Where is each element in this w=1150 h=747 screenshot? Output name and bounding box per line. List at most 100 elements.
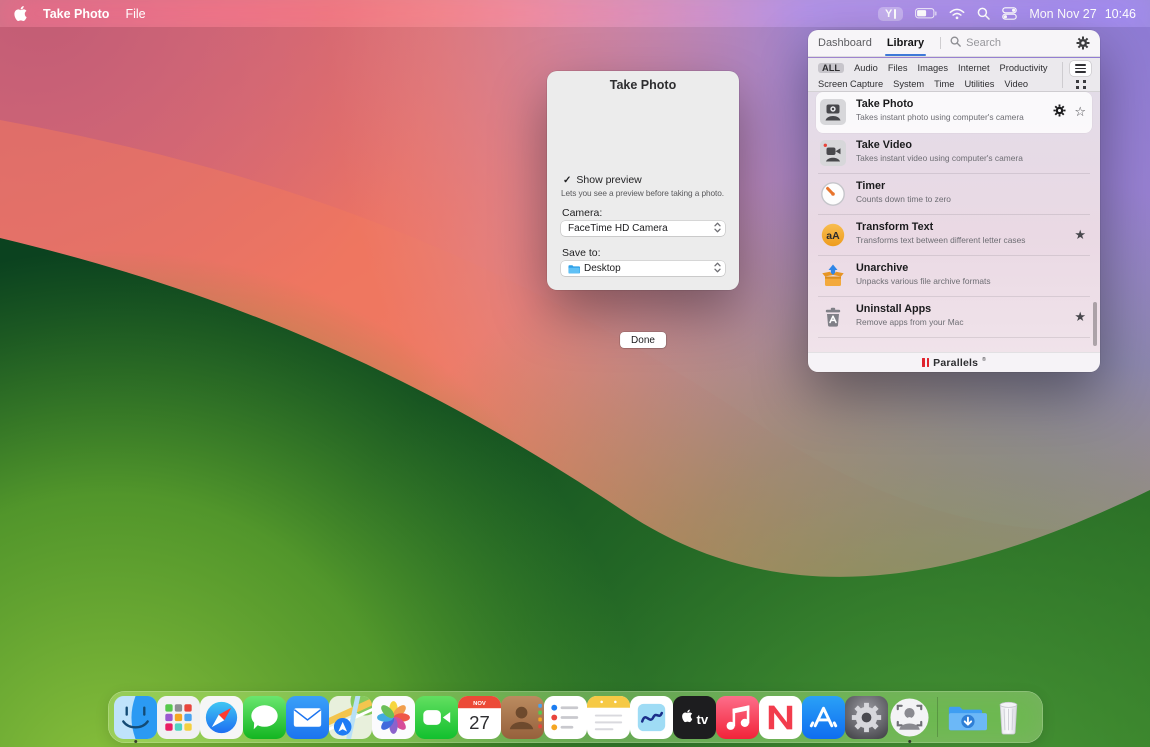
dock-appstore-icon[interactable] [802, 695, 845, 739]
panel-header: Dashboard Library [808, 30, 1100, 57]
parallels-brand-name: Parallels [933, 356, 979, 369]
dock-system-settings-icon[interactable] [845, 695, 888, 739]
dock-messages-icon[interactable] [243, 695, 286, 739]
desktop: Take Photo File Y Mon Nov 27 10:46 Take … [0, 0, 1150, 747]
tool-row-timer[interactable]: Timer Counts down time to zero [808, 174, 1100, 215]
filter-system[interactable]: System [893, 79, 924, 89]
parallels-toolbox-tray-icon[interactable]: Y [877, 6, 904, 21]
header-divider [940, 37, 942, 49]
dock-tv-icon[interactable]: tv [673, 695, 716, 739]
take-photo-tool-icon [820, 99, 846, 125]
tool-row-unarchive[interactable]: Unarchive Unpacks various file archive f… [808, 256, 1100, 297]
favorite-star-filled-icon[interactable]: ★ [1074, 311, 1086, 324]
list-view-button[interactable] [1070, 61, 1091, 76]
spotlight-search-icon[interactable] [977, 7, 991, 20]
registered-mark: ® [982, 357, 986, 363]
panel-footer: Parallels ® [808, 352, 1100, 372]
dock-reminders-icon[interactable] [544, 695, 587, 739]
menu-file[interactable]: File [125, 7, 145, 21]
show-preview-label: Show preview [576, 174, 642, 186]
svg-text:aA: aA [826, 230, 840, 242]
tab-library[interactable]: Library [884, 37, 927, 56]
menu-bar: Take Photo File Y Mon Nov 27 10:46 [0, 0, 1150, 27]
camera-label: Camera: [562, 207, 603, 219]
dock-calendar-icon[interactable]: NOV 27 [458, 695, 501, 739]
time: 10:46 [1104, 6, 1136, 21]
show-preview-checkbox[interactable]: ✓ Show preview [563, 174, 642, 186]
dock: NOV 27 tv [108, 691, 1043, 743]
tool-list: Take Photo Takes instant photo using com… [808, 92, 1100, 352]
search-input[interactable] [966, 37, 1057, 49]
save-to-select[interactable]: Desktop [561, 261, 725, 276]
done-button[interactable]: Done [620, 332, 666, 348]
dock-downloads-folder-icon[interactable] [944, 695, 987, 739]
battery-icon[interactable] [915, 8, 937, 19]
camera-select[interactable]: FaceTime HD Camera [561, 221, 725, 236]
dock-trash-icon[interactable] [987, 695, 1030, 739]
folder-icon [568, 264, 580, 274]
dock-safari-icon[interactable] [200, 695, 243, 739]
filter-utilities[interactable]: Utilities [964, 79, 994, 89]
tool-settings-gear-icon[interactable] [1053, 103, 1066, 122]
filter-video[interactable]: Video [1004, 79, 1028, 89]
apple-menu-icon[interactable] [14, 6, 27, 21]
search-icon [950, 34, 961, 52]
stepper-icon [714, 262, 721, 276]
filter-audio[interactable]: Audio [854, 63, 878, 73]
dock-maps-icon[interactable] [329, 695, 372, 739]
dock-news-icon[interactable] [759, 695, 802, 739]
tool-row-take-photo[interactable]: Take Photo Takes instant photo using com… [808, 92, 1100, 133]
favorite-star-outline-icon[interactable]: ☆ [1074, 106, 1086, 119]
calendar-month-label: NOV [473, 700, 486, 706]
show-preview-description: Lets you see a preview before taking a p… [561, 188, 724, 198]
dock-finder-icon[interactable] [114, 695, 157, 739]
tool-row-transform-text[interactable]: aA Transform Text Transforms text betwee… [808, 215, 1100, 256]
control-center-icon[interactable] [1002, 7, 1018, 20]
save-to-label: Save to: [562, 247, 601, 259]
dock-separator [937, 697, 938, 737]
filter-all[interactable]: ALL [818, 63, 845, 73]
stepper-icon [714, 222, 721, 236]
panel-scrollbar[interactable] [1093, 302, 1097, 346]
favorite-star-filled-icon[interactable]: ★ [1074, 229, 1086, 242]
tab-dashboard[interactable]: Dashboard [818, 37, 872, 49]
menu-bar-clock[interactable]: Mon Nov 27 10:46 [1029, 7, 1136, 21]
unarchive-tool-icon [822, 264, 844, 286]
parallels-toolbox-panel: Dashboard Library Search ALL Audio Files… [808, 30, 1100, 372]
grid-view-button[interactable] [1075, 80, 1087, 89]
dock-photos-icon[interactable] [372, 695, 415, 739]
wifi-icon[interactable] [949, 8, 965, 20]
dock-contacts-icon[interactable] [501, 695, 544, 739]
transform-text-tool-icon: aA [821, 223, 845, 247]
dock-freeform-icon[interactable] [630, 695, 673, 739]
uninstall-apps-tool-icon [825, 307, 841, 327]
filter-files[interactable]: Files [888, 63, 908, 73]
parallels-logo-icon [922, 358, 930, 367]
dock-take-photo-icon[interactable] [888, 695, 931, 739]
filter-screen-capture[interactable]: Screen Capture [818, 79, 883, 89]
timer-tool-icon [821, 182, 845, 206]
dialog-title: Take Photo [609, 78, 677, 92]
filter-time[interactable]: Time [934, 79, 954, 89]
view-toggle [1062, 61, 1092, 89]
tool-row-take-video[interactable]: Take Video Takes instant video using com… [808, 133, 1100, 174]
category-filter-bar: ALL Audio Files Images Internet Producti… [808, 58, 1100, 92]
calendar-day-label: 27 [469, 712, 490, 733]
dock-notes-icon[interactable] [587, 695, 630, 739]
tv-label: tv [696, 711, 708, 726]
dock-music-icon[interactable] [716, 695, 759, 739]
active-app-name[interactable]: Take Photo [43, 7, 109, 21]
settings-gear-icon[interactable] [1076, 36, 1090, 50]
filter-productivity[interactable]: Productivity [1000, 63, 1048, 73]
take-video-tool-icon [820, 140, 846, 166]
filter-images[interactable]: Images [918, 63, 949, 73]
tool-row-uninstall-apps[interactable]: Uninstall Apps Remove apps from your Mac… [808, 297, 1100, 338]
dock-launchpad-icon[interactable] [157, 695, 200, 739]
take-photo-dialog: Take Photo ✓ Show preview Lets you see a… [547, 71, 739, 348]
checkmark-icon: ✓ [563, 174, 572, 186]
dock-facetime-icon[interactable] [415, 695, 458, 739]
save-to-select-value: Desktop [584, 263, 621, 274]
camera-select-value: FaceTime HD Camera [568, 223, 668, 234]
dock-mail-icon[interactable] [286, 695, 329, 739]
filter-internet[interactable]: Internet [958, 63, 990, 73]
